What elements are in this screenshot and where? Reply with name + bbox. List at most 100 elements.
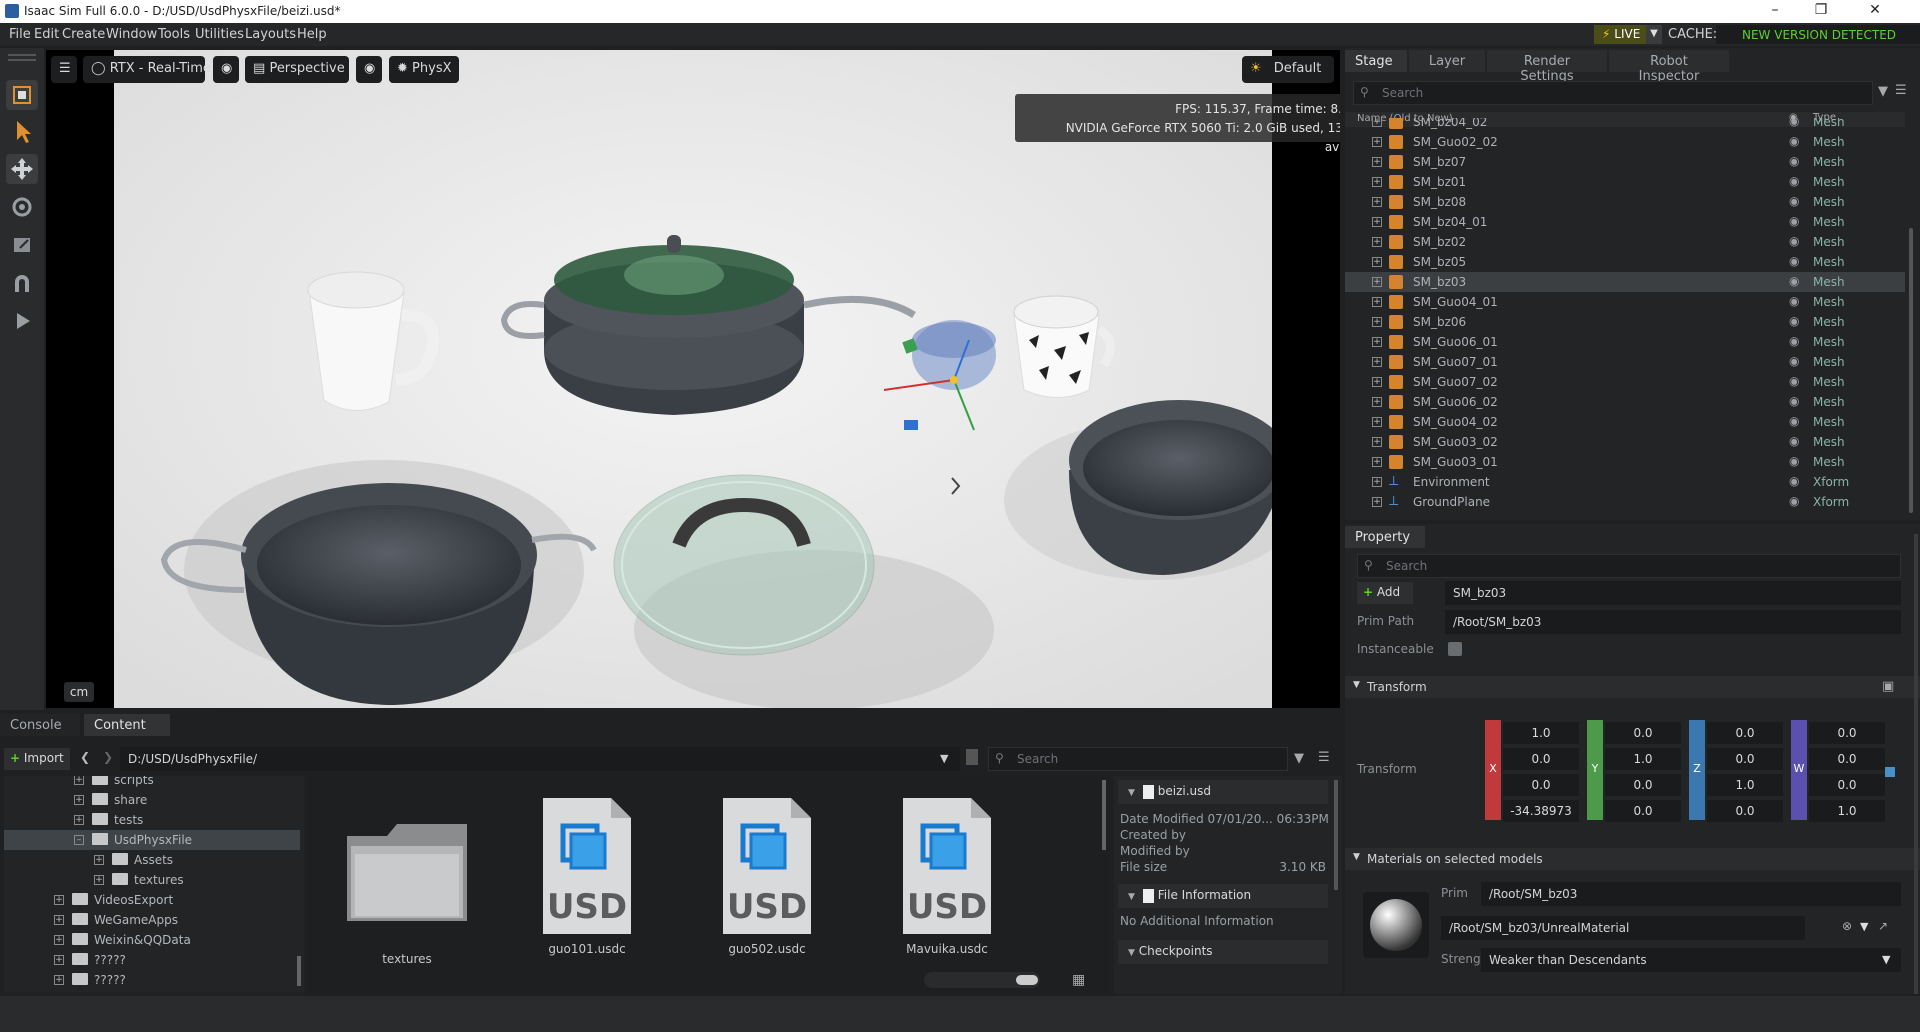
- expand-icon[interactable]: +: [1372, 177, 1382, 187]
- eye-icon[interactable]: ◉: [1789, 194, 1799, 208]
- stage-row[interactable]: + SM_Guo02_02 ◉ Mesh: [1345, 132, 1905, 152]
- move-icon[interactable]: [6, 154, 38, 184]
- folder-row[interactable]: + tests: [4, 810, 300, 830]
- stage-row[interactable]: + SM_Guo06_02 ◉ Mesh: [1345, 392, 1905, 412]
- stage-row[interactable]: + SM_bz03 ◉ Mesh: [1345, 272, 1905, 292]
- eye-icon[interactable]: ◉: [1789, 134, 1799, 148]
- stage-scrollbar[interactable]: [1909, 228, 1913, 513]
- filter-icon[interactable]: ▼: [1294, 751, 1304, 766]
- physx-button[interactable]: ✹ PhysX: [389, 56, 459, 83]
- property-search-input[interactable]: Search: [1357, 554, 1901, 578]
- matrix-cell[interactable]: 0.0: [1503, 748, 1579, 770]
- file-information-header[interactable]: ▼ File Information: [1118, 884, 1328, 908]
- tab-property[interactable]: Property: [1345, 526, 1425, 548]
- goto-material-icon[interactable]: ↗: [1878, 919, 1888, 933]
- expand-icon[interactable]: +: [1372, 217, 1382, 227]
- folder-row[interactable]: + Assets: [4, 850, 300, 870]
- expand-icon[interactable]: +: [1372, 437, 1382, 447]
- strength-select[interactable]: Weaker than Descendants: [1481, 948, 1901, 972]
- eye-icon[interactable]: ◉: [1789, 254, 1799, 268]
- stage-row[interactable]: + SM_Guo06_01 ◉ Mesh: [1345, 332, 1905, 352]
- select-arrow-icon[interactable]: [6, 116, 38, 146]
- expand-icon[interactable]: +: [1372, 237, 1382, 247]
- eye-icon[interactable]: ◉: [1789, 154, 1799, 168]
- expand-icon[interactable]: +: [1372, 337, 1382, 347]
- stage-row[interactable]: + SM_Guo04_01 ◉ Mesh: [1345, 292, 1905, 312]
- play-icon[interactable]: [6, 306, 38, 336]
- expand-icon[interactable]: –: [74, 835, 84, 845]
- material-prim-field[interactable]: /Root/SM_bz03: [1481, 882, 1901, 906]
- folder-row[interactable]: + WeGameApps: [4, 910, 300, 930]
- eye-icon[interactable]: ◉: [1789, 474, 1799, 488]
- matrix-cell[interactable]: 0.0: [1605, 800, 1681, 822]
- eye-icon[interactable]: ◉: [1789, 354, 1799, 368]
- stage-row[interactable]: + SM_bz02 ◉ Mesh: [1345, 232, 1905, 252]
- renderer-button[interactable]: ◯ RTX - Real-Time 2.0: [83, 56, 236, 83]
- matrix-cell[interactable]: 0.0: [1707, 800, 1783, 822]
- live-dropdown[interactable]: ▼: [1646, 25, 1662, 44]
- new-version-badge[interactable]: NEW VERSION DETECTED: [1716, 25, 1920, 44]
- expand-icon[interactable]: +: [54, 955, 64, 965]
- materials-section-header[interactable]: ▼ Materials on selected models: [1345, 848, 1920, 870]
- expand-icon[interactable]: +: [1372, 297, 1382, 307]
- clear-icon[interactable]: ⊗: [1842, 919, 1852, 933]
- camera-button[interactable]: ▤ Perspective: [245, 56, 349, 83]
- eye-icon[interactable]: ◉: [1789, 414, 1799, 428]
- eye-icon[interactable]: ◉: [1789, 374, 1799, 388]
- zoom-slider-handle[interactable]: [1016, 975, 1038, 985]
- matrix-cell[interactable]: 0.0: [1707, 748, 1783, 770]
- matrix-cell[interactable]: 0.0: [1605, 774, 1681, 796]
- folder-row[interactable]: + share: [4, 790, 300, 810]
- minimize-icon[interactable]: –: [1752, 2, 1798, 18]
- menu-create[interactable]: Create: [62, 27, 105, 42]
- expand-icon[interactable]: +: [74, 815, 84, 825]
- eye-icon[interactable]: ◉: [1789, 214, 1799, 228]
- visibility-button[interactable]: ◉: [213, 56, 239, 83]
- matrix-cell[interactable]: 0.0: [1605, 722, 1681, 744]
- expand-icon[interactable]: +: [54, 975, 64, 985]
- expand-icon[interactable]: +: [1372, 357, 1382, 367]
- rotate-icon[interactable]: [6, 192, 38, 222]
- matrix-cell[interactable]: 1.0: [1605, 748, 1681, 770]
- expand-icon[interactable]: +: [1372, 377, 1382, 387]
- menu-edit[interactable]: Edit: [34, 27, 59, 42]
- filter-icon[interactable]: ▼: [1878, 84, 1888, 99]
- back-icon[interactable]: ❮: [80, 750, 90, 764]
- chevron-down-icon[interactable]: ▼: [940, 752, 948, 765]
- stage-row[interactable]: + ⟂ Environment ◉ Xform: [1345, 472, 1905, 492]
- maximize-icon[interactable]: ❐: [1798, 2, 1844, 18]
- expand-icon[interactable]: +: [54, 895, 64, 905]
- expand-icon[interactable]: +: [54, 915, 64, 925]
- tab-console[interactable]: Console: [0, 714, 80, 736]
- expand-icon[interactable]: +: [1372, 118, 1382, 127]
- zoom-slider[interactable]: [924, 972, 1040, 988]
- eye-icon[interactable]: ◉: [1789, 434, 1799, 448]
- menu-layouts[interactable]: Layouts: [245, 27, 296, 42]
- close-icon[interactable]: ✕: [1852, 2, 1898, 18]
- tab-robot-inspector[interactable]: Robot Inspector: [1609, 50, 1729, 84]
- bookmark-icon[interactable]: [966, 749, 978, 765]
- file-grid[interactable]: textures USD guo101.usdc USD guo502.usdc…: [306, 776, 1110, 994]
- expand-icon[interactable]: +: [1372, 257, 1382, 267]
- expand-icon[interactable]: +: [1372, 317, 1382, 327]
- folder-row[interactable]: + scripts: [4, 776, 300, 790]
- path-input[interactable]: D:/USD/UsdPhysxFile/: [120, 747, 960, 771]
- expand-icon[interactable]: +: [1372, 457, 1382, 467]
- eye-icon[interactable]: ◉: [1789, 394, 1799, 408]
- lighting-button[interactable]: ☀ Default: [1242, 56, 1334, 83]
- audio-button[interactable]: ◉: [356, 56, 382, 83]
- stage-row[interactable]: + SM_bz05 ◉ Mesh: [1345, 252, 1905, 272]
- scale-icon[interactable]: [6, 230, 38, 260]
- content-menu-icon[interactable]: ☰: [1318, 750, 1330, 765]
- file-item[interactable]: USD guo101.usdc: [512, 796, 662, 956]
- select-mode-icon[interactable]: [6, 80, 38, 110]
- prim-name-field[interactable]: SM_bz03: [1445, 581, 1901, 605]
- file-grid-scrollbar[interactable]: [1102, 780, 1106, 850]
- stage-row[interactable]: + SM_bz04_01 ◉ Mesh: [1345, 212, 1905, 232]
- folder-row[interactable]: + textures: [4, 870, 300, 890]
- expand-icon[interactable]: +: [1372, 397, 1382, 407]
- expand-icon[interactable]: +: [1372, 417, 1382, 427]
- stage-tree[interactable]: + SM_bz04_02 ◉ Mesh + SM_Guo02_02 ◉ Mesh + SM_bz0…: [1345, 118, 1905, 518]
- expand-icon[interactable]: +: [74, 795, 84, 805]
- eye-icon[interactable]: ◉: [1789, 314, 1799, 328]
